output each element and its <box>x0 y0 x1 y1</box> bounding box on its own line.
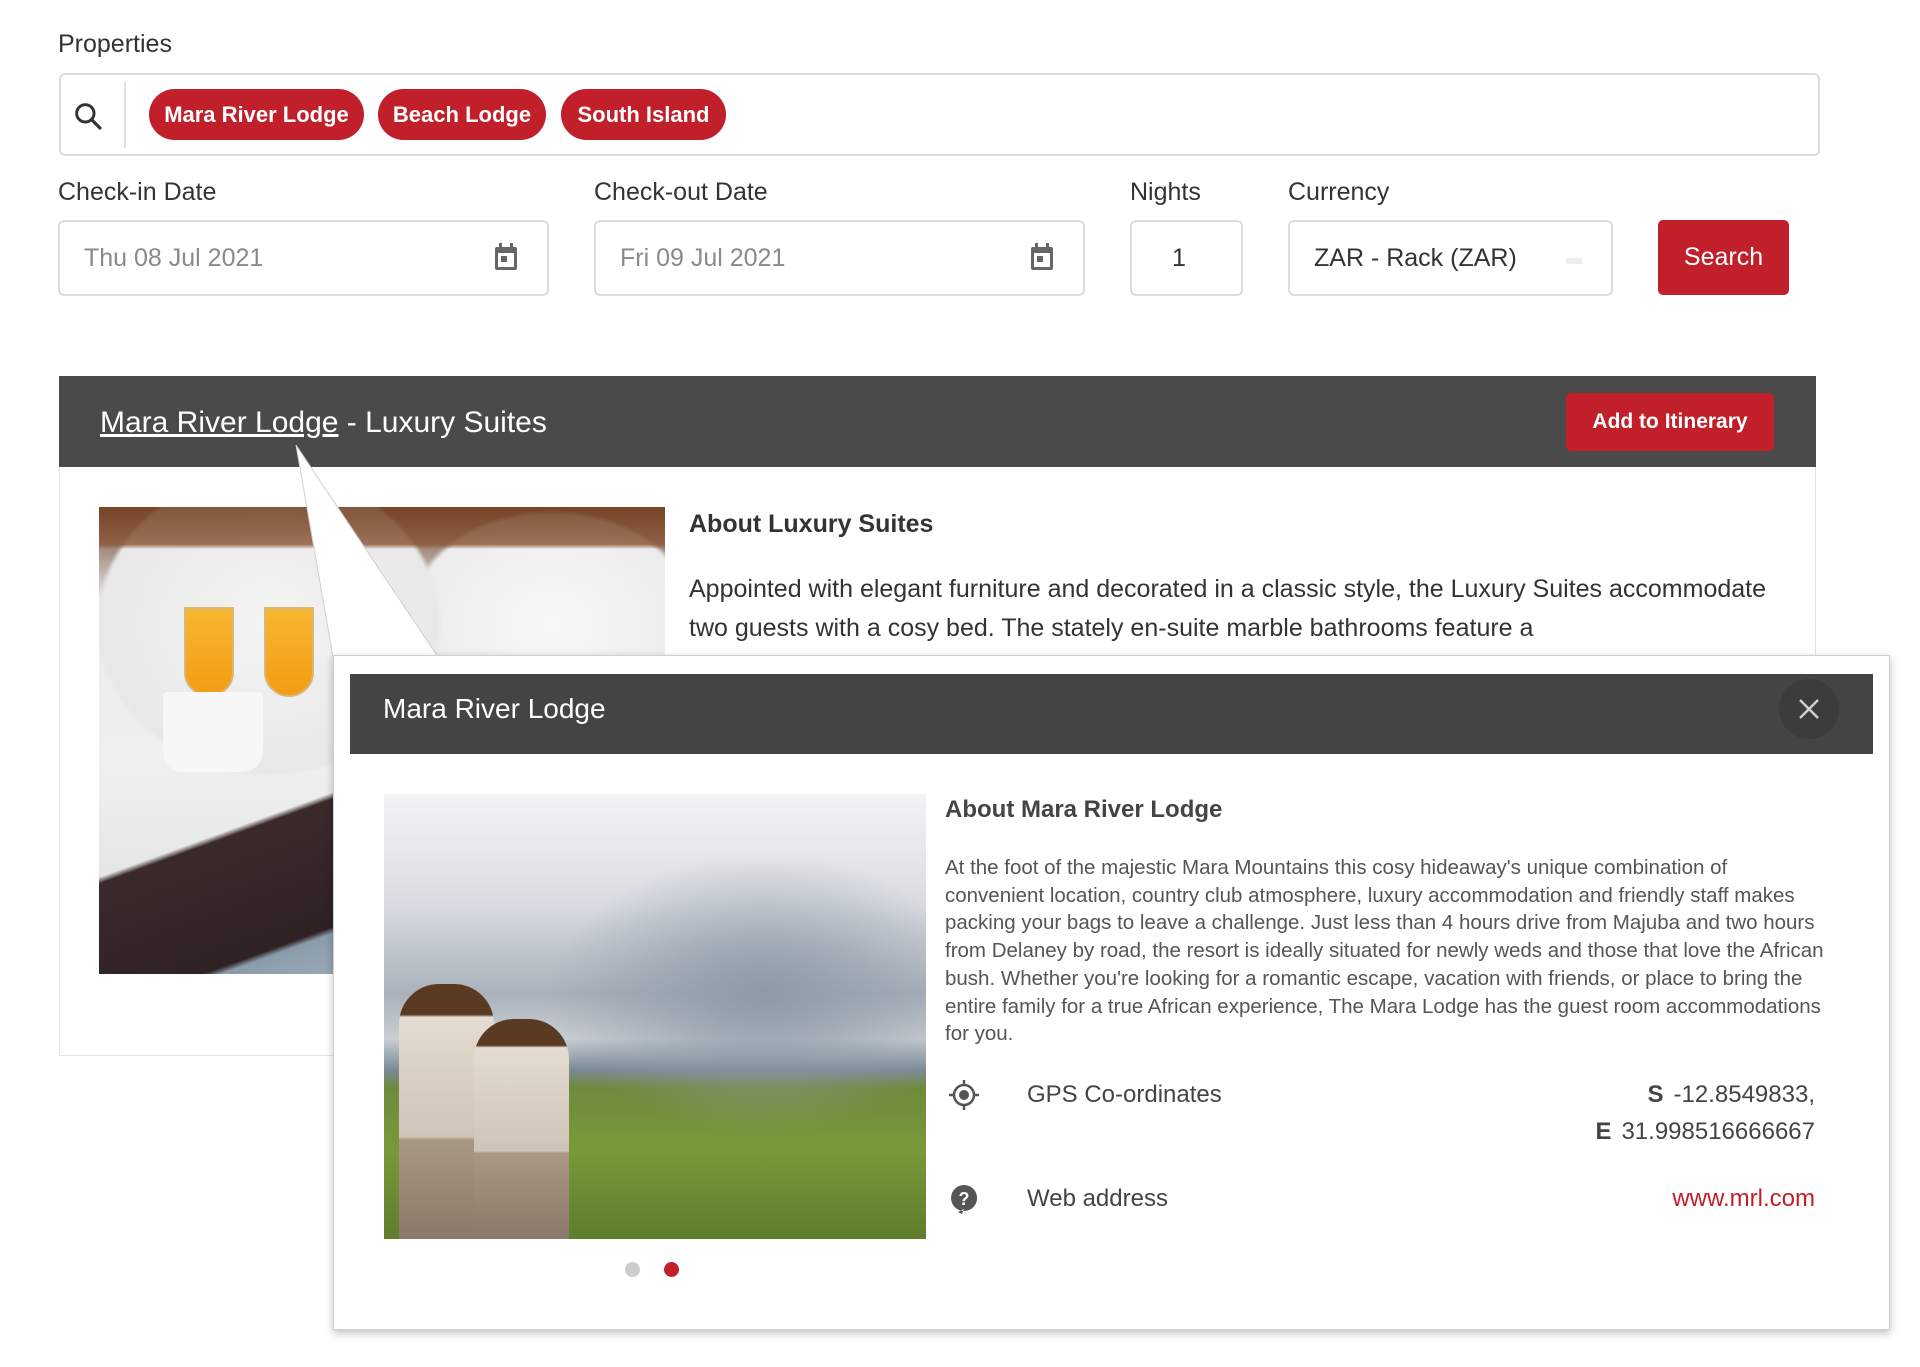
checkout-date-input[interactable]: Fri 09 Jul 2021 <box>594 220 1085 296</box>
gps-latitude: S -12.8549833, <box>1648 1081 1815 1109</box>
photo-mug <box>163 692 263 772</box>
search-divider <box>124 82 126 148</box>
svg-text:?: ? <box>959 1189 970 1209</box>
photo-glass <box>264 607 314 697</box>
currency-label: Currency <box>1288 178 1390 206</box>
about-room-text: Appointed with elegant furniture and dec… <box>689 575 1767 642</box>
web-address-label: Web address <box>1027 1185 1168 1212</box>
photo-person <box>474 1019 569 1239</box>
property-link[interactable]: Mara River Lodge <box>100 406 338 439</box>
dropdown-arrow-icon <box>1566 258 1582 264</box>
close-icon <box>1799 699 1819 719</box>
calendar-icon[interactable] <box>493 242 519 272</box>
carousel-dot-1[interactable] <box>625 1262 640 1277</box>
about-room-heading: About Luxury Suites <box>689 510 934 538</box>
property-chip-south-island[interactable]: South Island <box>561 89 726 140</box>
about-lodge-heading: About Mara River Lodge <box>945 796 1223 823</box>
lodge-photo <box>384 794 926 1239</box>
search-button[interactable]: Search <box>1658 220 1789 295</box>
nights-input[interactable]: 1 <box>1130 220 1243 296</box>
search-icon[interactable] <box>72 100 104 132</box>
add-to-itinerary-button[interactable]: Add to Itinerary <box>1566 393 1774 451</box>
gps-longitude: E 31.998516666667 <box>1595 1118 1815 1146</box>
web-address-link[interactable]: www.mrl.com <box>1672 1185 1815 1213</box>
lat-prefix: S <box>1647 1081 1664 1108</box>
about-lodge-text: At the foot of the majestic Mara Mountai… <box>945 856 1824 1046</box>
help-circle-icon: ? <box>951 1185 978 1214</box>
checkin-label: Check-in Date <box>58 178 217 206</box>
room-title: Mara River Lodge - Luxury Suites <box>100 406 547 440</box>
popover-title: Mara River Lodge <box>383 693 606 724</box>
checkin-date-input[interactable]: Thu 08 Jul 2021 <box>58 220 549 296</box>
lat-value: -12.8549833, <box>1673 1081 1815 1108</box>
currency-select[interactable]: ZAR - Rack (ZAR) <box>1288 220 1613 296</box>
property-chip-beach-lodge[interactable]: Beach Lodge <box>378 89 546 140</box>
close-button[interactable] <box>1779 679 1839 739</box>
checkout-label: Check-out Date <box>594 178 768 206</box>
photo-glass <box>184 607 234 697</box>
carousel-dot-2-active[interactable] <box>664 1262 679 1277</box>
nights-label: Nights <box>1130 178 1201 206</box>
lng-value: 31.998516666667 <box>1621 1118 1815 1145</box>
room-name: - Luxury Suites <box>338 406 547 439</box>
gps-label: GPS Co-ordinates <box>1027 1081 1222 1108</box>
property-chip-mara-river-lodge[interactable]: Mara River Lodge <box>149 89 364 140</box>
calendar-icon[interactable] <box>1029 242 1055 272</box>
properties-label: Properties <box>58 30 172 58</box>
lng-prefix: E <box>1595 1118 1612 1145</box>
gps-target-icon <box>949 1080 979 1110</box>
